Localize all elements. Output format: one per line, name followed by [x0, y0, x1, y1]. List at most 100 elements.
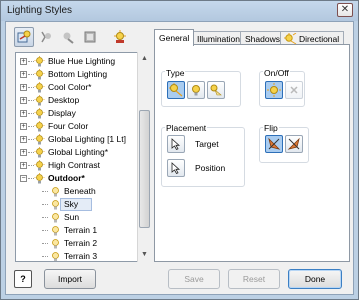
- tree-item[interactable]: + Display: [16, 107, 144, 120]
- tree-item-label: Outdoor*: [48, 173, 85, 183]
- point-type-button[interactable]: [187, 81, 205, 99]
- style-toolbar: [14, 27, 130, 47]
- onoff-group-label: On/Off: [263, 68, 290, 78]
- tree-item[interactable]: Sun: [16, 211, 144, 224]
- copy-style-button[interactable]: [36, 27, 56, 47]
- import-button[interactable]: Import: [44, 269, 96, 289]
- expand-icon[interactable]: +: [20, 84, 27, 91]
- purge-style-button[interactable]: [80, 27, 100, 47]
- position-button[interactable]: [167, 159, 185, 177]
- flip-left-button[interactable]: [265, 135, 283, 153]
- collapse-icon[interactable]: −: [20, 175, 27, 182]
- tree-connector: [42, 243, 48, 244]
- expand-icon[interactable]: +: [20, 71, 27, 78]
- title-bar[interactable]: Lighting Styles ✕: [1, 1, 358, 21]
- tree-item-label: Terrain 2: [64, 238, 98, 248]
- tree-item-label: Sun: [64, 212, 80, 222]
- save-button[interactable]: Save: [168, 269, 220, 289]
- help-button[interactable]: ?: [14, 270, 32, 288]
- target-label: Target: [195, 139, 219, 149]
- lighting-style-icon: [34, 134, 45, 145]
- tree-item-label: Beneath: [64, 186, 96, 196]
- expand-icon[interactable]: +: [20, 97, 27, 104]
- spot-light-icon: [210, 84, 222, 96]
- done-button[interactable]: Done: [288, 269, 342, 289]
- toolbar-separator: [102, 27, 108, 47]
- scroll-down-arrow-icon[interactable]: ▼: [139, 249, 150, 260]
- edit-style-button[interactable]: [58, 27, 78, 47]
- flip-right-button[interactable]: [285, 135, 303, 153]
- tab-directional-label: Directional: [299, 34, 340, 44]
- tree-connector: [42, 204, 48, 205]
- tree-item[interactable]: + Blue Hue Lighting: [16, 55, 144, 68]
- spot-type-button[interactable]: [207, 81, 225, 99]
- lighting-style-icon: [34, 160, 45, 171]
- tree-item[interactable]: + Global Lighting [1 Lt]: [16, 133, 144, 146]
- expand-icon[interactable]: +: [20, 162, 27, 169]
- light-bulb-icon: [52, 213, 59, 223]
- placement-group-label: Placement: [165, 123, 208, 133]
- tab-shadows[interactable]: Shadows: [240, 31, 285, 45]
- tree-connector: [42, 256, 48, 257]
- light-bulb-icon: [52, 252, 59, 261]
- dialog-body: + Blue Hue Lighting + Bottom Lighting + Cool …: [5, 21, 354, 295]
- tree-vertical-scrollbar[interactable]: ▲ ▼: [137, 52, 150, 262]
- reset-button[interactable]: Reset: [228, 269, 280, 289]
- tab-directional[interactable]: Directional: [280, 31, 345, 45]
- copy-style-icon: [41, 31, 51, 43]
- light-bulb-icon: [52, 226, 59, 236]
- lighting-style-icon: [34, 82, 45, 93]
- close-button[interactable]: ✕: [337, 3, 353, 17]
- expand-icon[interactable]: +: [20, 110, 27, 117]
- lighting-style-icon: [34, 147, 45, 158]
- lighting-style-tree[interactable]: + Blue Hue Lighting + Bottom Lighting + Cool …: [15, 52, 150, 262]
- tree-item[interactable]: Terrain 1: [16, 224, 144, 237]
- point-light-icon: [192, 85, 200, 96]
- target-button[interactable]: [167, 135, 185, 153]
- tree-item[interactable]: Beneath: [16, 185, 144, 198]
- tree-item[interactable]: + High Contrast: [16, 159, 144, 172]
- edit-style-icon: [63, 32, 74, 44]
- style-settings-button[interactable]: [110, 27, 130, 47]
- light-on-button[interactable]: [265, 81, 283, 99]
- tree-item[interactable]: + Cool Color*: [16, 81, 144, 94]
- light-off-button[interactable]: [285, 81, 303, 99]
- tab-general[interactable]: General: [154, 29, 195, 46]
- tree-item[interactable]: Terrain 2: [16, 237, 144, 250]
- tree-item-label: Global Lighting*: [48, 147, 109, 157]
- light-bulb-icon: [52, 239, 59, 249]
- tree-item[interactable]: Sky: [16, 198, 144, 211]
- tree-connector: [42, 230, 48, 231]
- tree-item-label: Sky: [64, 199, 79, 209]
- new-light-style-button[interactable]: [14, 27, 34, 47]
- light-off-icon: [290, 86, 298, 94]
- expand-icon[interactable]: +: [20, 149, 27, 156]
- tree-item[interactable]: + Four Color: [16, 120, 144, 133]
- expand-icon[interactable]: +: [20, 58, 27, 65]
- tree-item[interactable]: + Bottom Lighting: [16, 68, 144, 81]
- type-group-label: Type: [165, 68, 186, 78]
- tree-connector: [42, 191, 48, 192]
- position-label: Position: [195, 163, 226, 173]
- scrollbar-thumb[interactable]: [139, 110, 150, 228]
- lighting-styles-window: Lighting Styles ✕ + Blue Hue Lighting + …: [0, 0, 359, 300]
- purge-style-icon: [84, 31, 96, 43]
- tab-illumination[interactable]: Illumination: [192, 31, 245, 45]
- tree-item[interactable]: + Global Lighting*: [16, 146, 144, 159]
- tree-item-label: Global Lighting [1 Lt]: [48, 134, 126, 144]
- tree-item[interactable]: − Outdoor*: [16, 172, 144, 185]
- tree-item-label: Bottom Lighting: [48, 69, 108, 79]
- directional-type-button[interactable]: [167, 81, 185, 99]
- light-bulb-icon: [52, 200, 59, 210]
- style-settings-icon: [114, 30, 126, 43]
- expand-icon[interactable]: +: [20, 123, 27, 130]
- directional-light-icon: [169, 83, 183, 97]
- tree-item[interactable]: + Desktop: [16, 94, 144, 107]
- expand-icon[interactable]: +: [20, 136, 27, 143]
- tree-item-label: High Contrast: [48, 160, 100, 170]
- new-light-style-icon: [17, 30, 31, 43]
- window-title: Lighting Styles: [7, 5, 73, 16]
- scroll-up-arrow-icon[interactable]: ▲: [139, 53, 150, 64]
- tree-item[interactable]: Terrain 3: [16, 250, 144, 261]
- light-on-icon: [267, 83, 281, 97]
